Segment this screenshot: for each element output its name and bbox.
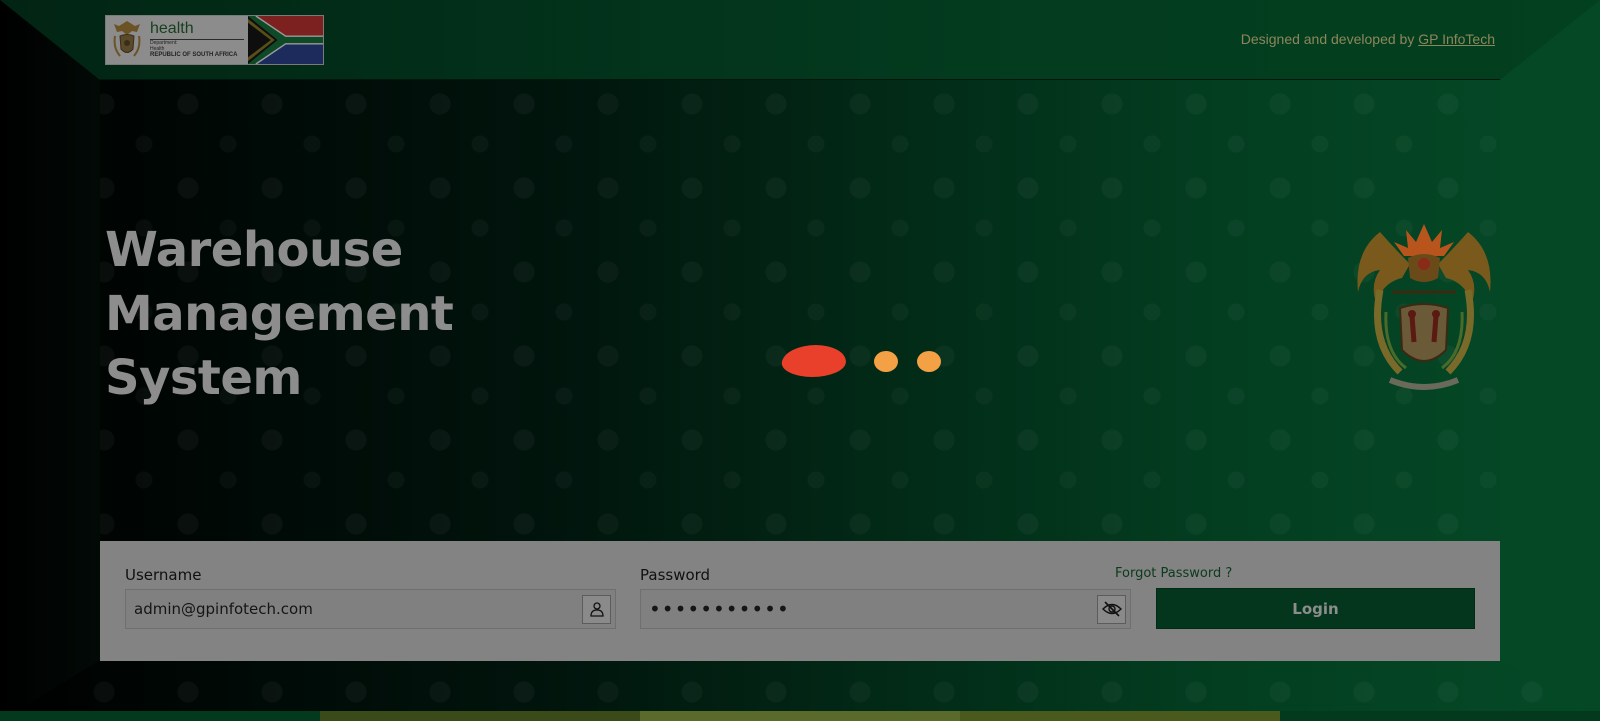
coat-of-arms-icon [113, 21, 141, 57]
gp-infotech-link[interactable]: GP InfoTech [1418, 31, 1495, 47]
right-bevel [1500, 0, 1600, 721]
coat-of-arms-emblem-icon [1357, 224, 1491, 390]
forgot-password-link[interactable]: Forgot Password ? [1115, 566, 1232, 581]
user-icon [582, 594, 611, 624]
title-line-1: Warehouse [105, 222, 403, 278]
loading-indicator [780, 345, 942, 377]
left-bevel [0, 0, 100, 721]
loader-dot [917, 351, 941, 372]
password-label: Password [640, 566, 711, 584]
logo-title: health [150, 21, 244, 40]
credit-prefix: Designed and developed by [1240, 31, 1415, 47]
password-field[interactable] [640, 589, 1131, 629]
bottom-color-strip [0, 711, 1600, 721]
loader-blob [780, 345, 848, 377]
loader-dot [874, 351, 898, 372]
password-input[interactable] [649, 597, 1097, 621]
username-input[interactable] [134, 600, 582, 618]
title-line-2: Management [105, 286, 454, 342]
login-panel: Username Password Forgot Password ? Logi… [100, 541, 1500, 661]
app-title: Warehouse Management System [105, 218, 454, 410]
header-divider [100, 79, 1500, 80]
username-label: Username [125, 566, 202, 584]
logo-text-area: health Department: Health REPUBLIC OF SO… [106, 16, 248, 64]
username-field[interactable] [125, 589, 616, 629]
logo-line-country: REPUBLIC OF SOUTH AFRICA [150, 52, 238, 58]
health-logo: health Department: Health REPUBLIC OF SO… [105, 15, 324, 65]
login-button[interactable]: Login [1156, 588, 1475, 629]
south-africa-flag-icon [247, 16, 323, 64]
credit-text: Designed and developed by GP InfoTech [1241, 31, 1495, 47]
eye-off-icon[interactable] [1097, 594, 1126, 624]
title-line-3: System [105, 350, 302, 406]
